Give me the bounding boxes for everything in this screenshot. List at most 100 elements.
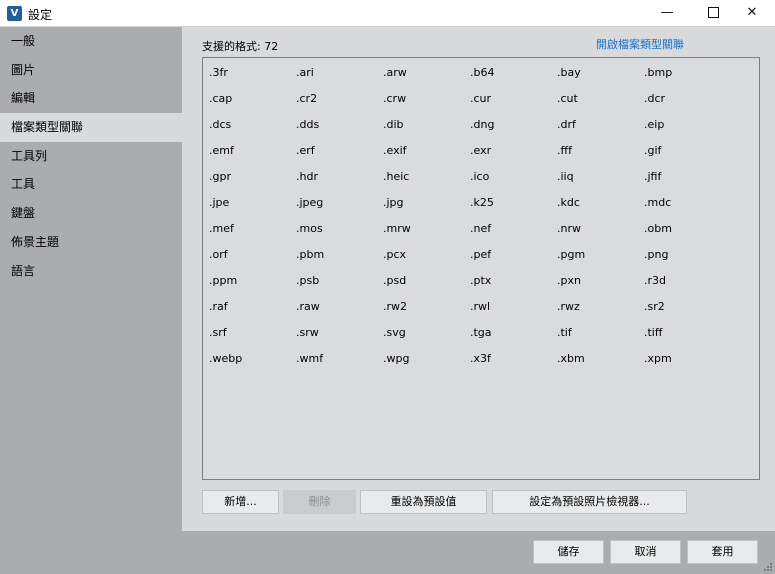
format-item[interactable]: .obm [644, 222, 731, 248]
format-item[interactable]: .wmf [296, 352, 383, 378]
minimize-icon: — [660, 5, 674, 20]
format-item[interactable]: .nef [470, 222, 557, 248]
supported-formats-count: 支援的格式: 72 [202, 40, 279, 53]
settings-sidebar: 一般 圖片 編輯 檔案類型關聯 工具列 工具 鍵盤 佈景主題 語言 [0, 27, 182, 574]
format-item[interactable]: .exif [383, 144, 470, 170]
format-item[interactable]: .dcr [644, 92, 731, 118]
format-item[interactable]: .k25 [470, 196, 557, 222]
format-item[interactable]: .jpg [383, 196, 470, 222]
sidebar-item-theme[interactable]: 佈景主題 [0, 228, 182, 257]
format-item[interactable]: .pbm [296, 248, 383, 274]
delete-format-button[interactable]: 刪除 [283, 490, 356, 514]
formats-list[interactable]: .3fr .ari .arw .b64 .bay .bmp .cap .cr2 .crw .cur… [202, 57, 760, 480]
format-item[interactable]: .pgm [557, 248, 644, 274]
format-item[interactable]: .sr2 [644, 300, 731, 326]
format-item[interactable]: .hdr [296, 170, 383, 196]
format-item[interactable]: .raw [296, 300, 383, 326]
format-item[interactable]: .psb [296, 274, 383, 300]
format-item[interactable]: .orf [209, 248, 296, 274]
format-item[interactable]: .srw [296, 326, 383, 352]
format-item[interactable]: .pcx [383, 248, 470, 274]
format-item[interactable]: .mef [209, 222, 296, 248]
format-item[interactable]: .eip [644, 118, 731, 144]
format-item[interactable]: .webp [209, 352, 296, 378]
cancel-button[interactable]: 取消 [610, 540, 681, 564]
save-button[interactable]: 儲存 [533, 540, 604, 564]
format-item[interactable]: .cut [557, 92, 644, 118]
format-item[interactable]: .dcs [209, 118, 296, 144]
format-item[interactable]: .srf [209, 326, 296, 352]
format-item[interactable]: .xbm [557, 352, 644, 378]
format-item[interactable]: .gif [644, 144, 731, 170]
format-item[interactable]: .ppm [209, 274, 296, 300]
sidebar-item-keyboard[interactable]: 鍵盤 [0, 199, 182, 228]
format-item[interactable]: .crw [383, 92, 470, 118]
format-item[interactable]: .heic [383, 170, 470, 196]
format-item[interactable]: .erf [296, 144, 383, 170]
apply-button[interactable]: 套用 [687, 540, 758, 564]
format-item[interactable]: .jpeg [296, 196, 383, 222]
window-title: 設定 [28, 8, 53, 22]
format-item[interactable]: .emf [209, 144, 296, 170]
reset-defaults-button[interactable]: 重設為預設值 [360, 490, 487, 514]
minimize-button[interactable]: — [644, 0, 690, 26]
format-item[interactable]: .r3d [644, 274, 731, 300]
format-item[interactable]: .rwz [557, 300, 644, 326]
open-file-associations-link[interactable]: 開啟檔案類型關聯 [596, 36, 684, 52]
format-item[interactable]: .gpr [209, 170, 296, 196]
format-item[interactable]: .bay [557, 66, 644, 92]
format-item[interactable]: .ico [470, 170, 557, 196]
format-item[interactable]: .wpg [383, 352, 470, 378]
format-item[interactable]: .xpm [644, 352, 731, 378]
sidebar-item-edit[interactable]: 編輯 [0, 84, 182, 113]
maximize-icon [707, 7, 719, 18]
format-item[interactable]: .tif [557, 326, 644, 352]
format-item[interactable]: .cap [209, 92, 296, 118]
format-item[interactable]: .png [644, 248, 731, 274]
format-item[interactable]: .iiq [557, 170, 644, 196]
sidebar-item-toolbar[interactable]: 工具列 [0, 142, 182, 171]
format-item[interactable]: .raf [209, 300, 296, 326]
format-item[interactable]: .psd [383, 274, 470, 300]
format-item[interactable]: .cr2 [296, 92, 383, 118]
file-associations-panel: 支援的格式: 72 開啟檔案類型關聯 .3fr .ari .arw .b64 .bay.… [182, 27, 775, 531]
format-item[interactable]: .jfif [644, 170, 731, 196]
format-item[interactable]: .b64 [470, 66, 557, 92]
format-item[interactable]: .tiff [644, 326, 731, 352]
format-item[interactable]: .x3f [470, 352, 557, 378]
format-item[interactable]: .jpe [209, 196, 296, 222]
format-item[interactable]: .pef [470, 248, 557, 274]
format-item[interactable]: .3fr [209, 66, 296, 92]
format-item[interactable]: .dng [470, 118, 557, 144]
close-button[interactable]: ✕ [729, 0, 775, 26]
format-item[interactable]: .arw [383, 66, 470, 92]
format-item[interactable]: .drf [557, 118, 644, 144]
format-item[interactable]: .dds [296, 118, 383, 144]
format-item[interactable]: .fff [557, 144, 644, 170]
format-item[interactable]: .pxn [557, 274, 644, 300]
format-item[interactable]: .tga [470, 326, 557, 352]
format-item[interactable]: .kdc [557, 196, 644, 222]
format-item[interactable]: .mdc [644, 196, 731, 222]
format-item[interactable]: .mrw [383, 222, 470, 248]
format-item[interactable]: .nrw [557, 222, 644, 248]
format-item[interactable]: .dib [383, 118, 470, 144]
sidebar-item-image[interactable]: 圖片 [0, 56, 182, 85]
sidebar-item-tools[interactable]: 工具 [0, 170, 182, 199]
close-icon: ✕ [746, 5, 758, 20]
set-default-viewer-button[interactable]: 設定為預設照片檢視器... [492, 490, 687, 514]
format-item[interactable]: .cur [470, 92, 557, 118]
resize-grip-icon[interactable] [763, 562, 773, 572]
format-item[interactable]: .mos [296, 222, 383, 248]
format-item[interactable]: .svg [383, 326, 470, 352]
format-item[interactable]: .ari [296, 66, 383, 92]
sidebar-item-language[interactable]: 語言 [0, 257, 182, 286]
format-item[interactable]: .rw2 [383, 300, 470, 326]
sidebar-item-file-associations[interactable]: 檔案類型關聯 [0, 113, 182, 142]
format-item[interactable]: .bmp [644, 66, 731, 92]
new-format-button[interactable]: 新增... [202, 490, 279, 514]
sidebar-item-general[interactable]: 一般 [0, 27, 182, 56]
format-item[interactable]: .ptx [470, 274, 557, 300]
format-item[interactable]: .rwl [470, 300, 557, 326]
format-item[interactable]: .exr [470, 144, 557, 170]
